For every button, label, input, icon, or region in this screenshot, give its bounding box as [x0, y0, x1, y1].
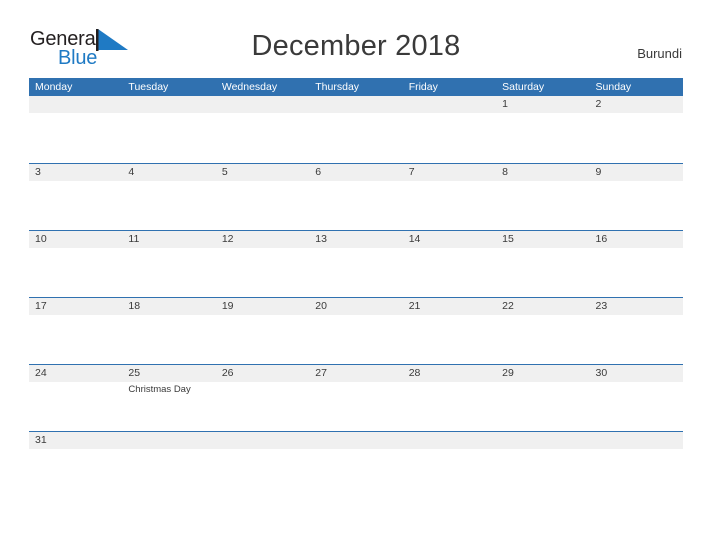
calendar-grid: Monday Tuesday Wednesday Thursday Friday…: [29, 78, 683, 498]
day-number: 15: [502, 233, 514, 245]
day-cell[interactable]: 15: [496, 231, 589, 297]
day-number: 6: [315, 166, 322, 178]
day-cell[interactable]: 6: [309, 164, 402, 230]
day-cell[interactable]: 4: [122, 164, 215, 230]
day-cell[interactable]: 25 Christmas Day: [122, 365, 215, 431]
day-cell[interactable]: 29: [496, 365, 589, 431]
day-number: 27: [315, 367, 327, 379]
day-number: 19: [221, 300, 234, 312]
day-number: 8: [502, 166, 508, 178]
week-row: 12: [29, 96, 683, 163]
day-number: 14: [408, 233, 421, 245]
country-label: Burundi: [637, 46, 682, 61]
day-cell-empty: [216, 432, 309, 498]
day-cell[interactable]: 8: [496, 164, 589, 230]
day-number: 23: [595, 300, 608, 312]
week-days: 12: [29, 96, 683, 162]
day-cell[interactable]: 21: [403, 298, 496, 364]
day-cell-empty: [122, 432, 215, 498]
day-cell[interactable]: 22: [496, 298, 589, 364]
page-title: December 2018: [251, 30, 461, 62]
weekday-header-row: Monday Tuesday Wednesday Thursday Friday…: [29, 78, 683, 96]
day-number: 26: [221, 367, 234, 379]
day-cell-empty: [496, 432, 589, 498]
day-cell[interactable]: 31: [29, 432, 122, 498]
day-cell-empty: [403, 432, 496, 498]
day-number: 29: [502, 367, 514, 379]
day-number: 18: [128, 300, 141, 312]
weekday-header-sunday: Sunday: [595, 81, 632, 93]
page-header: General Blue December 2018 Burundi: [0, 0, 712, 76]
week-row: 31: [29, 431, 683, 498]
day-cell[interactable]: 17: [29, 298, 122, 364]
day-cell-empty: [590, 432, 683, 498]
day-cell[interactable]: 27: [309, 365, 402, 431]
day-number: 30: [595, 367, 608, 379]
day-cell[interactable]: 18: [122, 298, 215, 364]
week-days: 17 18 19 20 21 22 23: [29, 298, 683, 364]
day-cell[interactable]: 24: [29, 365, 122, 431]
day-cell[interactable]: 20: [309, 298, 402, 364]
week-days: 31: [29, 432, 683, 498]
day-cell[interactable]: 2: [590, 96, 683, 162]
day-number: 20: [315, 300, 327, 312]
day-number: 31: [35, 434, 47, 446]
weekday-header-tuesday: Tuesday: [128, 81, 169, 93]
day-cell-empty: [216, 96, 309, 162]
day-number: 1: [502, 98, 508, 110]
day-cell-empty: [29, 96, 122, 162]
day-number: 2: [595, 98, 602, 110]
day-number: 5: [221, 166, 228, 178]
weekday-header-saturday: Saturday: [502, 81, 545, 93]
weekday-header-wednesday: Wednesday: [221, 81, 278, 93]
week-row: 3 4 5 6 7 8 9: [29, 163, 683, 230]
day-cell[interactable]: 10: [29, 231, 122, 297]
day-number: 25: [128, 367, 141, 379]
day-number: 4: [128, 166, 135, 178]
day-cell[interactable]: 12: [216, 231, 309, 297]
day-cell-empty: [309, 432, 402, 498]
day-cell[interactable]: 7: [403, 164, 496, 230]
weekday-header-thursday: Thursday: [315, 81, 360, 93]
week-days: 24 25 Christmas Day 26 27 28 29 30: [29, 365, 683, 431]
day-number: 24: [35, 367, 47, 379]
weekday-header-friday: Friday: [408, 81, 438, 93]
day-cell[interactable]: 23: [590, 298, 683, 364]
week-row: 24 25 Christmas Day 26 27 28 29 30: [29, 364, 683, 431]
day-cell[interactable]: 3: [29, 164, 122, 230]
day-event-label: Christmas Day: [128, 384, 191, 395]
day-number: 21: [408, 300, 421, 312]
day-number: 9: [595, 166, 602, 178]
day-number: 28: [408, 367, 421, 379]
day-number: 16: [595, 233, 608, 245]
day-cell[interactable]: 11: [122, 231, 215, 297]
day-cell[interactable]: 28: [403, 365, 496, 431]
day-number: 12: [221, 233, 234, 245]
day-cell-empty: [403, 96, 496, 162]
day-number: 17: [35, 300, 47, 312]
day-cell[interactable]: 19: [216, 298, 309, 364]
day-cell[interactable]: 5: [216, 164, 309, 230]
day-cell[interactable]: 26: [216, 365, 309, 431]
weekday-header-monday: Monday: [35, 81, 73, 93]
day-number: 13: [315, 233, 327, 245]
day-cell[interactable]: 14: [403, 231, 496, 297]
day-cell[interactable]: 13: [309, 231, 402, 297]
day-cell[interactable]: 9: [590, 164, 683, 230]
week-row: 17 18 19 20 21 22 23: [29, 297, 683, 364]
day-cell[interactable]: 30: [590, 365, 683, 431]
day-number: 10: [35, 233, 47, 245]
day-cell-empty: [122, 96, 215, 162]
day-cell[interactable]: 1: [496, 96, 589, 162]
day-number: 3: [35, 166, 41, 178]
week-days: 10 11 12 13 14 15 16: [29, 231, 683, 297]
day-cell[interactable]: 16: [590, 231, 683, 297]
weeks-container: 1 2 3 4 5 6 7 8 9 10 11 12 13 14 15 16 17 18 19 20 21 22 23 24 2…: [29, 96, 683, 498]
day-number: 11: [128, 233, 140, 245]
day-cell-empty: [309, 96, 402, 162]
week-days: 3 4 5 6 7 8 9: [29, 164, 683, 230]
day-number: 22: [502, 300, 514, 312]
week-row: 10 11 12 13 14 15 16: [29, 230, 683, 297]
day-number: 7: [408, 166, 415, 178]
